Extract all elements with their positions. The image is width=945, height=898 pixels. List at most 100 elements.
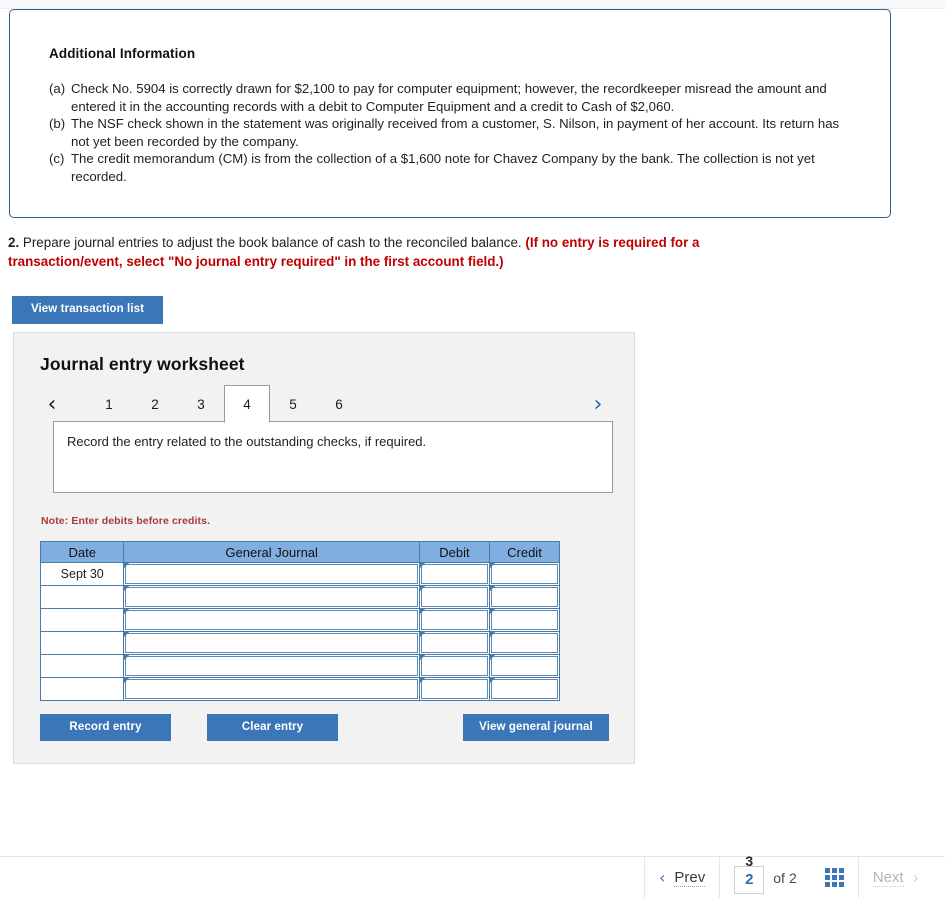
record-entry-button[interactable]: Record entry (40, 714, 171, 741)
debit-input[interactable] (418, 585, 490, 609)
worksheet-title: Journal entry worksheet (40, 354, 245, 374)
dropdown-marker-icon (489, 655, 495, 660)
column-header-general-journal: General Journal (123, 541, 420, 563)
dropdown-marker-icon (419, 632, 425, 637)
worksheet-note: Note: Enter debits before credits. (41, 515, 211, 527)
page-number-input[interactable]: 3 2 (734, 854, 765, 894)
chevron-right-icon: › (912, 868, 919, 887)
dropdown-marker-icon (489, 609, 495, 614)
list-item-text: Check No. 5904 is correctly drawn for $2… (71, 81, 827, 114)
page-number-value: 2 (745, 871, 754, 888)
additional-information-title: Additional Information (49, 46, 196, 61)
tab-3[interactable]: 3 (178, 385, 224, 423)
list-item-marker: (b) (49, 116, 66, 132)
table-row (39, 677, 561, 701)
journal-entry-worksheet-panel: Journal entry worksheet ‹ 1 2 3 4 5 6 › … (13, 332, 635, 764)
dropdown-marker-icon (489, 632, 495, 637)
question-prompt: 2. Prepare journal entries to adjust the… (8, 233, 798, 271)
additional-information-list: (a) Check No. 5904 is correctly drawn fo… (49, 80, 861, 186)
worksheet-instruction-box: Record the entry related to the outstand… (53, 421, 613, 493)
top-strip (0, 0, 945, 9)
debit-input[interactable] (418, 677, 490, 701)
credit-input[interactable] (488, 608, 561, 632)
table-header-row: Date General Journal Debit Credit (39, 541, 561, 563)
date-cell[interactable] (39, 585, 125, 609)
dropdown-marker-icon (489, 678, 495, 683)
prev-label: Prev (674, 868, 706, 887)
general-journal-input[interactable] (123, 654, 420, 678)
date-cell[interactable]: Sept 30 (39, 562, 125, 586)
credit-input[interactable] (488, 677, 561, 701)
view-transaction-list-button[interactable]: View transaction list (12, 296, 163, 324)
general-journal-input[interactable] (123, 631, 420, 655)
credit-input[interactable] (488, 631, 561, 655)
dropdown-marker-icon (419, 655, 425, 660)
general-journal-input[interactable] (123, 677, 420, 701)
debit-input[interactable] (418, 631, 490, 655)
chevron-left-icon: ‹ (659, 868, 666, 887)
dropdown-marker-icon (419, 586, 425, 591)
list-item-text: The credit memorandum (CM) is from the c… (71, 151, 815, 184)
table-row: Sept 30 (39, 562, 561, 586)
footer-navigation: ‹ Prev 3 2 of 2 Next › (0, 854, 945, 898)
table-row (39, 608, 561, 632)
question-number: 2. (8, 235, 20, 250)
dropdown-marker-icon (489, 586, 495, 591)
list-item-text: The NSF check shown in the statement was… (71, 116, 840, 149)
prev-page-button[interactable]: ‹ Prev (645, 857, 719, 898)
dropdown-marker-icon (419, 678, 425, 683)
page-indicator: 3 2 of 2 (720, 854, 810, 898)
page-total-label: 2 (788, 869, 797, 886)
worksheet-tabs: ‹ 1 2 3 4 5 6 › (40, 385, 610, 423)
dropdown-marker-icon (124, 632, 130, 637)
worksheet-instruction-text: Record the entry related to the outstand… (67, 434, 427, 449)
general-journal-input[interactable] (123, 585, 420, 609)
dropdown-marker-icon (124, 563, 130, 568)
column-header-date: Date (39, 541, 125, 563)
debit-input[interactable] (418, 608, 490, 632)
date-cell[interactable] (39, 608, 125, 632)
credit-input[interactable] (488, 562, 561, 586)
next-page-button[interactable]: Next › (859, 857, 933, 898)
page-number-ghost: 3 (745, 853, 754, 867)
date-cell[interactable] (39, 677, 125, 701)
tab-1[interactable]: 1 (86, 385, 132, 423)
credit-input[interactable] (488, 585, 561, 609)
journal-entry-table: Date General Journal Debit Credit Sept 3… (39, 541, 561, 701)
list-item-marker: (c) (49, 151, 65, 167)
tab-4[interactable]: 4 (224, 385, 270, 423)
credit-input[interactable] (488, 654, 561, 678)
list-item: (a) Check No. 5904 is correctly drawn fo… (49, 80, 861, 115)
tab-5[interactable]: 5 (270, 385, 316, 423)
question-text: Prepare journal entries to adjust the bo… (22, 235, 522, 250)
next-label: Next (872, 868, 904, 887)
dropdown-marker-icon (419, 563, 425, 568)
dropdown-marker-icon (124, 655, 130, 660)
grid-icon (824, 868, 844, 887)
date-cell[interactable] (39, 631, 125, 655)
view-general-journal-button[interactable]: View general journal (463, 714, 609, 741)
table-row (39, 585, 561, 609)
page-of-label: of (773, 869, 785, 886)
general-journal-input[interactable] (123, 608, 420, 632)
tab-6[interactable]: 6 (316, 385, 362, 423)
debit-input[interactable] (418, 654, 490, 678)
list-item: (b) The NSF check shown in the statement… (49, 115, 861, 150)
date-cell[interactable] (39, 654, 125, 678)
list-item-marker: (a) (49, 81, 66, 96)
tab-2[interactable]: 2 (132, 385, 178, 423)
tab-next-arrow-icon[interactable]: › (586, 389, 610, 419)
grid-view-button[interactable] (811, 857, 858, 898)
column-header-credit: Credit (488, 541, 561, 563)
column-header-debit: Debit (418, 541, 490, 563)
footer-inner: ‹ Prev 3 2 of 2 Next › (644, 854, 933, 898)
table-row (39, 654, 561, 678)
clear-entry-button[interactable]: Clear entry (207, 714, 338, 741)
dropdown-marker-icon (124, 678, 130, 683)
debit-input[interactable] (418, 562, 490, 586)
tab-prev-arrow-icon[interactable]: ‹ (40, 389, 64, 419)
general-journal-input[interactable] (123, 562, 420, 586)
dropdown-marker-icon (124, 609, 130, 614)
dropdown-marker-icon (489, 563, 495, 568)
additional-information-panel: Additional Information (a) Check No. 590… (9, 9, 891, 218)
